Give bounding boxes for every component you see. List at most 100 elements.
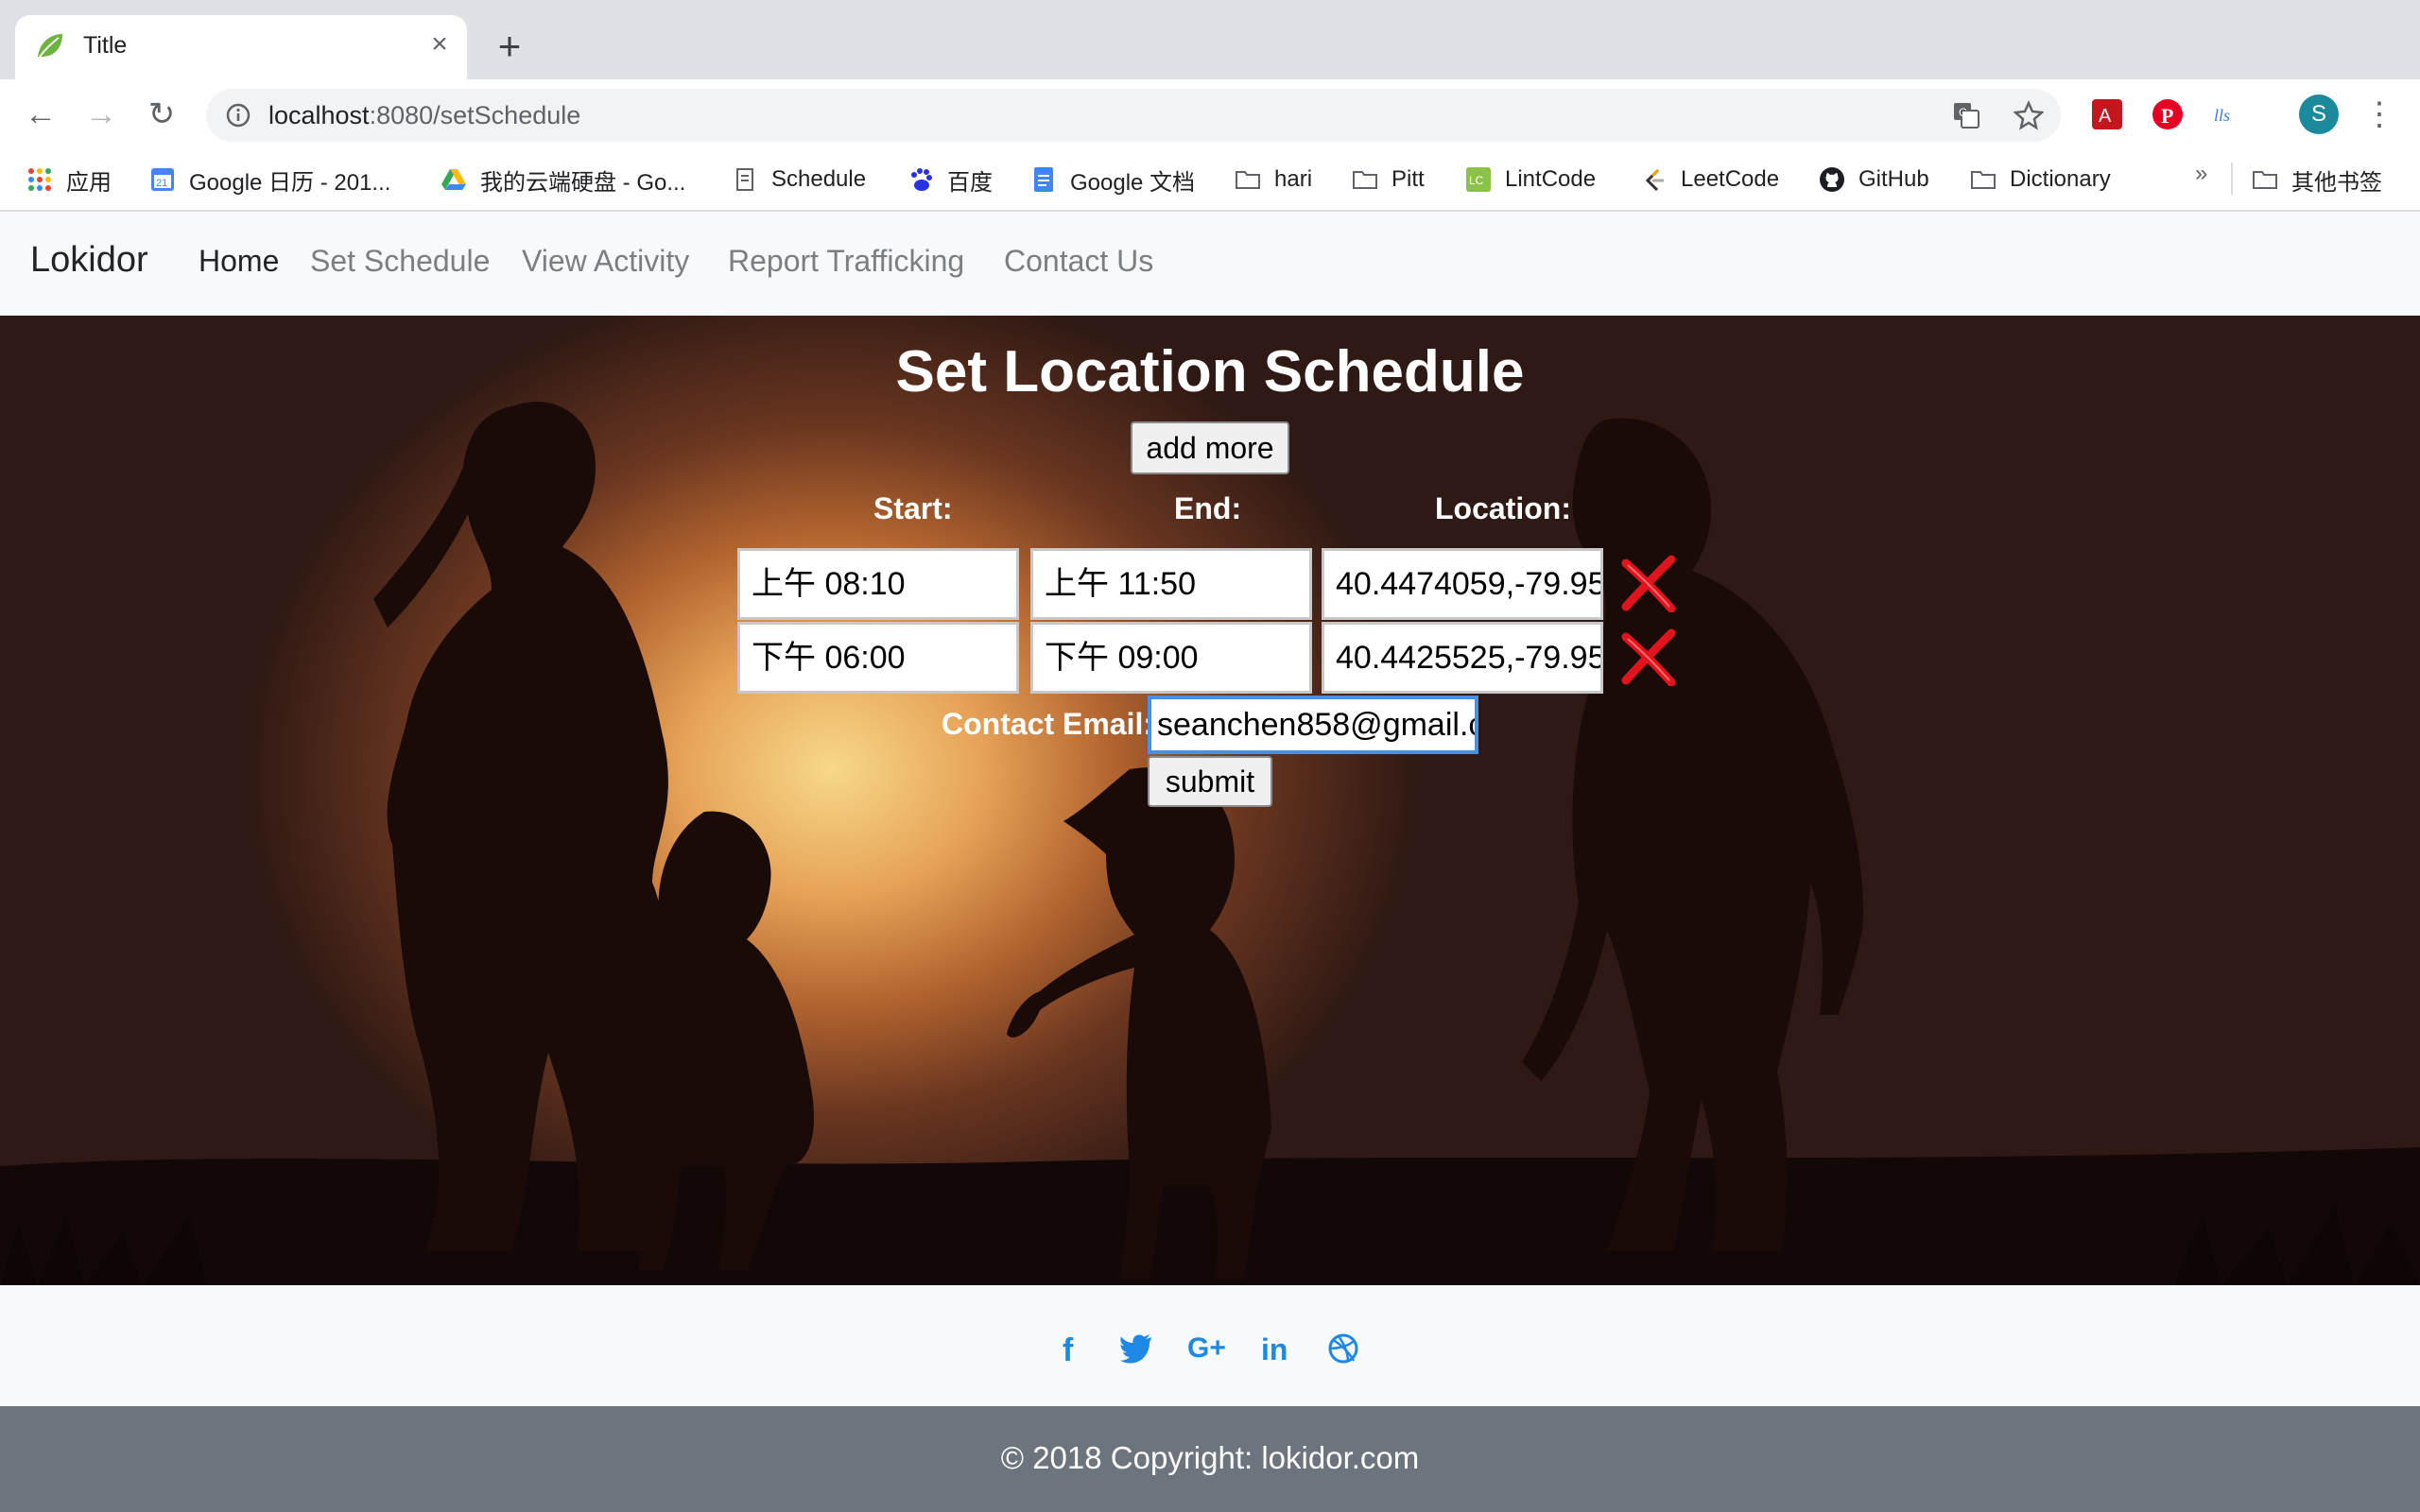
- bookmark-apps[interactable]: 应用: [26, 161, 112, 198]
- bookmark-hari[interactable]: hari: [1235, 161, 1312, 198]
- bookmark-google-drive[interactable]: 我的云端硬盘 - Go...: [441, 161, 685, 198]
- menu-icon[interactable]: ⋮: [2363, 94, 2395, 134]
- new-tab-button[interactable]: +: [488, 25, 531, 68]
- apps-grid-icon: [28, 168, 51, 191]
- reload-icon[interactable]: ↻: [142, 94, 182, 134]
- info-icon[interactable]: [225, 102, 251, 129]
- leaf-icon: [38, 34, 62, 58]
- bookmark-label: Schedule: [771, 166, 867, 192]
- social-bar: f G+ in: [0, 1285, 2420, 1406]
- remove-row-icon[interactable]: [1618, 627, 1677, 686]
- bookmarks-divider: [2231, 163, 2233, 195]
- address-bar[interactable]: localhost:8080/setSchedule G: [206, 89, 2061, 142]
- google-docs-icon: [1034, 167, 1053, 192]
- tab-strip: Title × +: [0, 0, 2420, 79]
- folder-icon: [1971, 171, 1996, 189]
- linkedin-icon[interactable]: in: [1261, 1332, 1288, 1367]
- bookmarks-bar: 应用 21 Google 日历 - 201... 我的云端硬盘 - Go... …: [0, 149, 2420, 212]
- svg-text:lls: lls: [2214, 106, 2230, 125]
- profile-avatar[interactable]: S: [2299, 94, 2339, 134]
- browser-toolbar: ← → ↻ localhost:8080/setSchedule G A P l…: [0, 79, 2420, 149]
- bookmark-google-calendar[interactable]: 21 Google 日历 - 201...: [149, 161, 390, 198]
- forward-icon[interactable]: →: [81, 94, 121, 134]
- nav-home[interactable]: Home: [199, 244, 279, 279]
- svg-text:21: 21: [156, 178, 167, 189]
- star-icon[interactable]: [2014, 100, 2044, 130]
- url-text[interactable]: localhost:8080/setSchedule: [268, 101, 580, 130]
- svg-text:G: G: [1959, 106, 1967, 119]
- browser-tab[interactable]: Title ×: [15, 15, 467, 79]
- bookmark-github[interactable]: GitHub: [1819, 161, 1929, 198]
- back-icon[interactable]: ←: [21, 94, 60, 134]
- dribbble-icon[interactable]: [1327, 1332, 1359, 1365]
- bookmark-other[interactable]: 其他书签: [2252, 161, 2382, 198]
- bookmark-baidu[interactable]: 百度: [908, 161, 993, 198]
- url-host: localhost: [268, 101, 370, 129]
- end-column-label: End:: [1174, 491, 1242, 525]
- tab-title: Title: [83, 32, 128, 59]
- bookmark-label: 百度: [947, 169, 993, 196]
- bookmark-label: LintCode: [1505, 166, 1597, 192]
- twitter-icon[interactable]: [1119, 1332, 1153, 1365]
- lintcode-icon: LC: [1466, 167, 1491, 192]
- bookmarks-overflow-button[interactable]: »: [2195, 161, 2207, 187]
- end-time-input[interactable]: 下午 09:00: [1030, 622, 1312, 694]
- nav-view-activity[interactable]: View Activity: [522, 244, 689, 279]
- nav-report-trafficking[interactable]: Report Trafficking: [728, 244, 964, 279]
- contact-email-label: Contact Email:: [942, 707, 1154, 741]
- site-footer: © 2018 Copyright: lokidor.com: [0, 1406, 2420, 1512]
- hero-section: Set Location Schedule add more Start: En…: [0, 316, 2420, 1285]
- bookmark-google-docs[interactable]: Google 文档: [1030, 161, 1195, 198]
- page-icon: [736, 168, 753, 191]
- nav-contact-us[interactable]: Contact Us: [1004, 244, 1153, 279]
- bookmark-pitt[interactable]: Pitt: [1352, 161, 1425, 198]
- svg-text:P: P: [2161, 104, 2173, 128]
- copyright-text: © 2018 Copyright: lokidor.com: [1000, 1440, 1420, 1475]
- bookmark-label: 其他书签: [2291, 169, 2382, 196]
- start-time-input[interactable]: 下午 06:00: [737, 622, 1019, 694]
- start-column-label: Start:: [873, 491, 953, 525]
- google-plus-icon[interactable]: G+: [1187, 1332, 1226, 1365]
- nav-set-schedule[interactable]: Set Schedule: [310, 244, 490, 279]
- bookmark-label: Pitt: [1392, 166, 1425, 192]
- add-more-button[interactable]: add more: [1131, 421, 1289, 474]
- bookmark-label: Google 日历 - 201...: [189, 169, 391, 196]
- bookmark-dictionary[interactable]: Dictionary: [1970, 161, 2111, 198]
- folder-icon: [1353, 171, 1377, 189]
- bookmark-label: Dictionary: [2010, 166, 2111, 192]
- form-title: Set Location Schedule: [895, 339, 1525, 404]
- bookmark-label: 我的云端硬盘 - Go...: [480, 169, 686, 196]
- pdf-extension-icon[interactable]: A: [2089, 96, 2125, 132]
- bookmark-label: GitHub: [1858, 166, 1929, 192]
- url-path: :8080/setSchedule: [369, 101, 581, 129]
- location-input[interactable]: 40.4474059,-79.95: [1322, 548, 1603, 620]
- remove-row-icon[interactable]: [1618, 554, 1677, 612]
- close-tab-icon[interactable]: ×: [422, 26, 458, 62]
- folder-icon: [2253, 171, 2277, 189]
- site-navbar: Lokidor Home Set Schedule View Activity …: [0, 212, 2420, 316]
- brand-logo[interactable]: Lokidor: [30, 240, 148, 281]
- bookmark-leetcode[interactable]: LeetCode: [1641, 161, 1779, 198]
- facebook-icon[interactable]: f: [1063, 1332, 1073, 1369]
- bookmark-label: Google 文档: [1070, 169, 1196, 196]
- translate-icon[interactable]: G: [1951, 100, 1981, 130]
- bookmark-label: hari: [1274, 166, 1313, 192]
- location-column-label: Location:: [1435, 491, 1571, 525]
- bookmark-schedule[interactable]: Schedule: [732, 161, 866, 198]
- pinterest-icon[interactable]: P: [2150, 96, 2186, 132]
- start-time-input[interactable]: 上午 08:10: [737, 548, 1019, 620]
- baidu-icon: [911, 168, 932, 191]
- location-input[interactable]: 40.4425525,-79.95: [1322, 622, 1603, 694]
- google-calendar-icon: 21: [151, 168, 174, 191]
- github-icon: [1820, 167, 1844, 192]
- leetcode-icon: [1645, 168, 1664, 192]
- bookmark-label: LeetCode: [1681, 166, 1780, 192]
- bookmark-label: 应用: [66, 169, 112, 196]
- extension-icon[interactable]: lls: [2210, 96, 2246, 132]
- folder-icon: [1236, 171, 1260, 189]
- end-time-input[interactable]: 上午 11:50: [1030, 548, 1312, 620]
- contact-email-input[interactable]: seanchen858@gmail.com: [1148, 696, 1478, 754]
- svg-text:A: A: [2099, 106, 2112, 127]
- bookmark-lintcode[interactable]: LC LintCode: [1465, 161, 1596, 198]
- submit-button[interactable]: submit: [1148, 756, 1272, 807]
